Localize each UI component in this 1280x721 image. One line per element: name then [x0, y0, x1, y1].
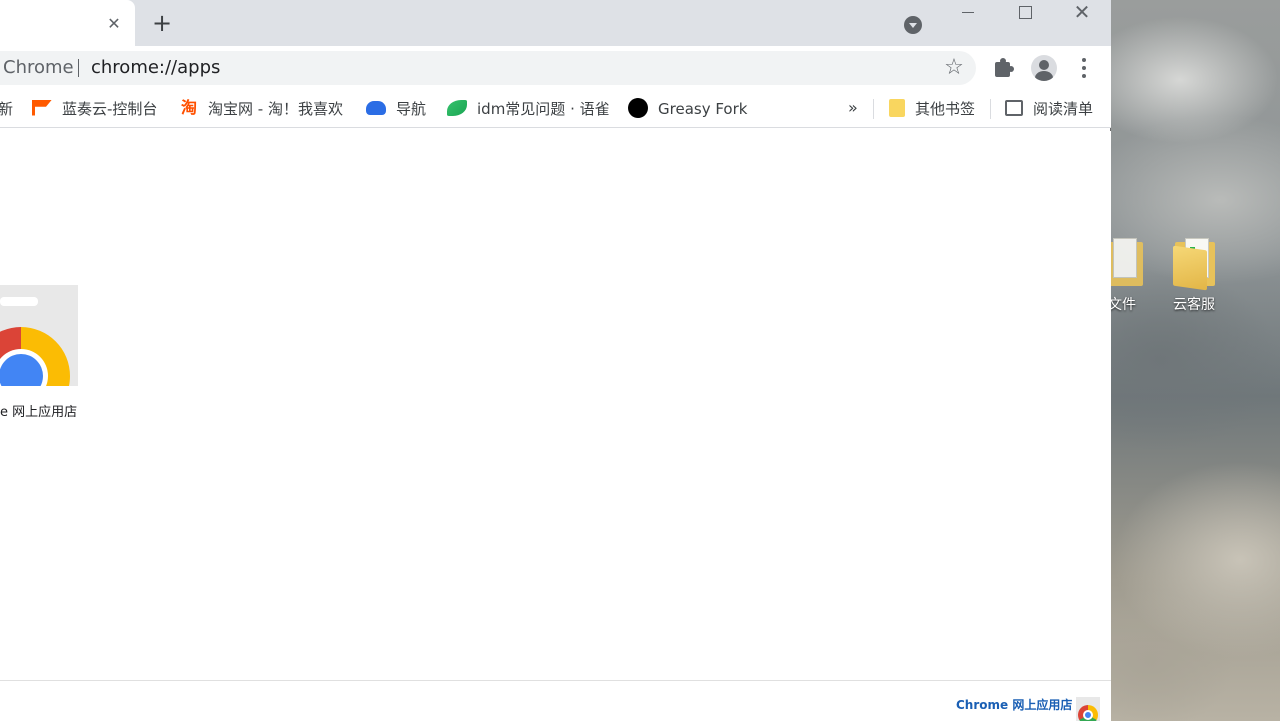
bookmarks-divider: [990, 99, 991, 119]
folder-icon: [889, 98, 905, 117]
desktop-icon-yunkefu[interactable]: 云客服: [1162, 238, 1226, 314]
minimize-button[interactable]: [945, 0, 991, 30]
webstore-link[interactable]: Chrome 网上应用店: [956, 696, 1072, 713]
omnibox-separator: [78, 59, 79, 77]
yuque-icon: [447, 99, 467, 116]
bookmarks-overflow-chevron-icon[interactable]: »: [848, 90, 858, 128]
toolbar: Chrome chrome://apps ☆: [0, 46, 1111, 90]
bookmark-item-lanzou[interactable]: 蓝奏云-控制台: [32, 90, 157, 128]
bookmark-item-yuque[interactable]: idm常见问题 · 语雀: [447, 90, 610, 128]
extensions-puzzle-icon[interactable]: [992, 56, 1016, 80]
bookmarks-bar: 新 蓝奏云-控制台 淘淘宝网 - 淘！我喜欢 导航 idm常见问题 · 语雀 G…: [0, 90, 1111, 128]
omnibox-chip: Chrome: [3, 57, 74, 78]
bookmark-item-nav[interactable]: 导航: [366, 90, 426, 128]
kebab-menu-icon[interactable]: [1072, 56, 1096, 80]
bookmark-item-taobao[interactable]: 淘淘宝网 - 淘！我喜欢: [180, 90, 343, 128]
tab-close-icon[interactable]: ✕: [103, 13, 125, 35]
bookmarks-divider: [873, 99, 874, 119]
reading-list-button[interactable]: 阅读清单: [1005, 90, 1093, 128]
apps-footer: Chrome 网上应用店: [0, 680, 1111, 721]
bookmark-star-icon[interactable]: ☆: [942, 56, 966, 80]
webstore-logo-icon[interactable]: [1076, 697, 1100, 721]
bookmark-item[interactable]: 新: [0, 90, 13, 128]
title-bar: ✕ + ✕: [0, 0, 1111, 46]
bookmark-item-greasyfork[interactable]: Greasy Fork: [628, 90, 747, 128]
apps-page: e 网上应用店: [0, 131, 1111, 680]
nav-icon: [366, 100, 386, 115]
desktop-icon-label: 文件: [1108, 297, 1136, 313]
desktop-icon-label: 云客服: [1173, 297, 1215, 313]
address-bar[interactable]: Chrome chrome://apps ☆: [0, 51, 976, 85]
app-label-webstore[interactable]: e 网上应用店: [0, 401, 77, 420]
folder-icon: [1173, 238, 1215, 291]
app-tile-webstore[interactable]: [0, 285, 78, 386]
tile-bar: [0, 297, 38, 306]
close-window-button[interactable]: ✕: [1059, 0, 1105, 30]
active-tab[interactable]: ✕: [0, 0, 135, 46]
other-bookmarks-folder[interactable]: 其他书签: [889, 90, 975, 128]
greasyfork-icon: [628, 97, 648, 118]
new-tab-button[interactable]: +: [148, 10, 176, 38]
chrome-window: ✕ + ✕ Chrome chrome://apps ☆ 新 蓝奏云-控制台 淘…: [0, 0, 1111, 721]
omnibox-url[interactable]: chrome://apps: [91, 51, 220, 85]
reading-list-icon: [1005, 99, 1023, 116]
profile-avatar-icon[interactable]: [1031, 55, 1057, 81]
lanzou-flag-icon: [32, 99, 52, 116]
maximize-button[interactable]: [1001, 0, 1047, 30]
taobao-icon: 淘: [180, 97, 197, 117]
tab-search-icon[interactable]: [904, 16, 922, 34]
